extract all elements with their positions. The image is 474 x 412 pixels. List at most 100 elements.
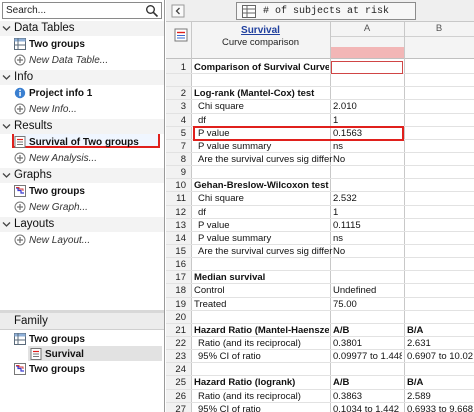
row-label[interactable]: Ratio (and its reciprocal)	[198, 391, 333, 402]
family-item[interactable]: Two groups	[14, 332, 162, 347]
column-a-title-cell[interactable]	[331, 47, 404, 58]
search-input[interactable]: Search...	[2, 2, 162, 19]
row-label[interactable]: Hazard Ratio (Mantel-Haenszel)	[194, 325, 329, 336]
results-sheet-icon	[30, 348, 42, 360]
cell-col-a[interactable]: 2.010	[333, 101, 402, 112]
row-number: 12	[175, 206, 186, 218]
cell-col-a[interactable]: 0.1115	[333, 220, 402, 231]
row-label[interactable]: df	[198, 207, 333, 218]
row-label[interactable]: Control	[194, 285, 329, 296]
sidebar-item[interactable]: Project info 1	[14, 86, 162, 101]
row-label[interactable]: P value summary	[198, 233, 333, 244]
row-label[interactable]: P value	[198, 220, 333, 231]
family-item-label: Two groups	[29, 334, 85, 345]
row-gridline	[166, 86, 474, 88]
chevron-down-icon[interactable]	[2, 220, 11, 229]
row-number: 17	[175, 272, 186, 284]
new-item-link[interactable]: New Graph...	[14, 200, 162, 215]
cell-col-b[interactable]: 0.6907 to 10.02	[407, 351, 473, 362]
new-item-link[interactable]: New Data Table...	[14, 53, 162, 68]
search-icon[interactable]	[145, 4, 159, 18]
column-header-b[interactable]: B	[404, 23, 474, 34]
section-info[interactable]: Info	[0, 70, 164, 85]
cell-col-a[interactable]: No	[333, 154, 402, 165]
selected-cell[interactable]	[331, 61, 403, 75]
row-label[interactable]: 95% CI of ratio	[198, 404, 333, 412]
row-label[interactable]: Median survival	[194, 272, 329, 283]
row-number: 25	[175, 377, 186, 389]
new-item-link[interactable]: New Analysis...	[14, 151, 162, 166]
row-label[interactable]: Are the survival curves sig different?	[198, 154, 333, 165]
row-gridline	[166, 362, 474, 364]
row-label[interactable]: Ratio (and its reciprocal)	[198, 338, 333, 349]
section-results[interactable]: Results	[0, 119, 164, 134]
new-item-link[interactable]: New Layout...	[14, 233, 162, 248]
row-label[interactable]: Comparison of Survival Curves	[194, 62, 329, 73]
row-gridline	[166, 230, 474, 232]
row-gridline	[166, 73, 474, 75]
chevron-down-icon[interactable]	[2, 73, 11, 82]
cell-col-a[interactable]: 0.09977 to 1.448	[333, 351, 402, 362]
cell-col-a[interactable]: A/B	[333, 377, 402, 388]
row-gridline	[166, 204, 474, 206]
row-number: 9	[180, 167, 186, 179]
section-title: Layouts	[14, 218, 55, 230]
chevron-down-icon[interactable]	[2, 122, 11, 131]
row-gridline	[166, 191, 474, 193]
family-item[interactable]: Survival	[30, 347, 178, 362]
cell-col-a[interactable]: 0.3863	[333, 391, 402, 402]
chevron-down-icon[interactable]	[2, 171, 11, 180]
cell-col-a[interactable]: 0.1034 to 1.442	[333, 404, 402, 412]
row-label[interactable]: 95% CI of ratio	[198, 351, 333, 362]
sidebar-item-label: Two groups	[29, 186, 85, 197]
column-header-a[interactable]: A	[330, 23, 404, 34]
cell-col-a[interactable]: ns	[333, 233, 402, 244]
row-label[interactable]: Are the survival curves sig different?	[198, 246, 333, 257]
row-gridline	[166, 178, 474, 180]
row-label[interactable]: df	[198, 115, 333, 126]
row-label[interactable]: Treated	[194, 299, 329, 310]
cell-col-a[interactable]: 2.532	[333, 193, 402, 204]
cell-col-a[interactable]: Undefined	[333, 285, 402, 296]
results-sheet-icon	[174, 28, 188, 42]
section-data-tables[interactable]: Data Tables	[0, 21, 164, 36]
family-item[interactable]: Two groups	[14, 362, 162, 377]
sidebar-item-label: New Data Table...	[29, 55, 109, 66]
sidebar-item[interactable]: Two groups	[14, 37, 162, 52]
sidebar-item[interactable]: Survival of Two groups	[14, 135, 162, 150]
row-label[interactable]: Chi square	[198, 193, 333, 204]
cell-col-a[interactable]: ns	[333, 141, 402, 152]
search-placeholder: Search...	[6, 5, 47, 16]
subjects-at-risk-button[interactable]: # of subjects at risk	[236, 2, 416, 20]
row-label[interactable]: Chi square	[198, 101, 333, 112]
plus-icon	[14, 152, 26, 164]
graph-icon	[14, 185, 26, 197]
row-number: 27	[175, 403, 186, 412]
cell-col-a[interactable]: 0.3801	[333, 338, 402, 349]
row-label[interactable]: Hazard Ratio (logrank)	[194, 377, 329, 388]
cell-col-a[interactable]: 1	[333, 207, 402, 218]
cell-col-a[interactable]: 1	[333, 115, 402, 126]
chevron-down-icon[interactable]	[2, 24, 11, 33]
cell-col-b[interactable]: B/A	[407, 325, 473, 336]
sidebar-item[interactable]: Two groups	[14, 184, 162, 199]
row-label[interactable]: Gehan-Breslow-Wilcoxon test	[194, 180, 329, 191]
cell-col-b[interactable]: 0.6933 to 9.668	[407, 404, 473, 412]
cell-col-b[interactable]: 2.631	[407, 338, 473, 349]
row-label[interactable]: Log-rank (Mantel-Cox) test	[194, 88, 329, 99]
row-number: 16	[175, 259, 186, 271]
cell-col-b[interactable]: 2.589	[407, 391, 473, 402]
row-gridline	[166, 270, 474, 272]
new-item-link[interactable]: New Info...	[14, 102, 162, 117]
cell-col-b[interactable]: B/A	[407, 377, 473, 388]
sheet-title[interactable]: Survival	[191, 25, 330, 36]
collapse-navigator-icon[interactable]	[171, 4, 185, 18]
family-section-header: Family	[0, 313, 164, 330]
cell-col-a[interactable]: 75.00	[333, 299, 402, 310]
row-gridline	[166, 388, 474, 390]
row-label[interactable]: P value summary	[198, 141, 333, 152]
cell-col-a[interactable]: A/B	[333, 325, 402, 336]
section-graphs[interactable]: Graphs	[0, 168, 164, 183]
cell-col-a[interactable]: No	[333, 246, 402, 257]
section-layouts[interactable]: Layouts	[0, 217, 164, 232]
